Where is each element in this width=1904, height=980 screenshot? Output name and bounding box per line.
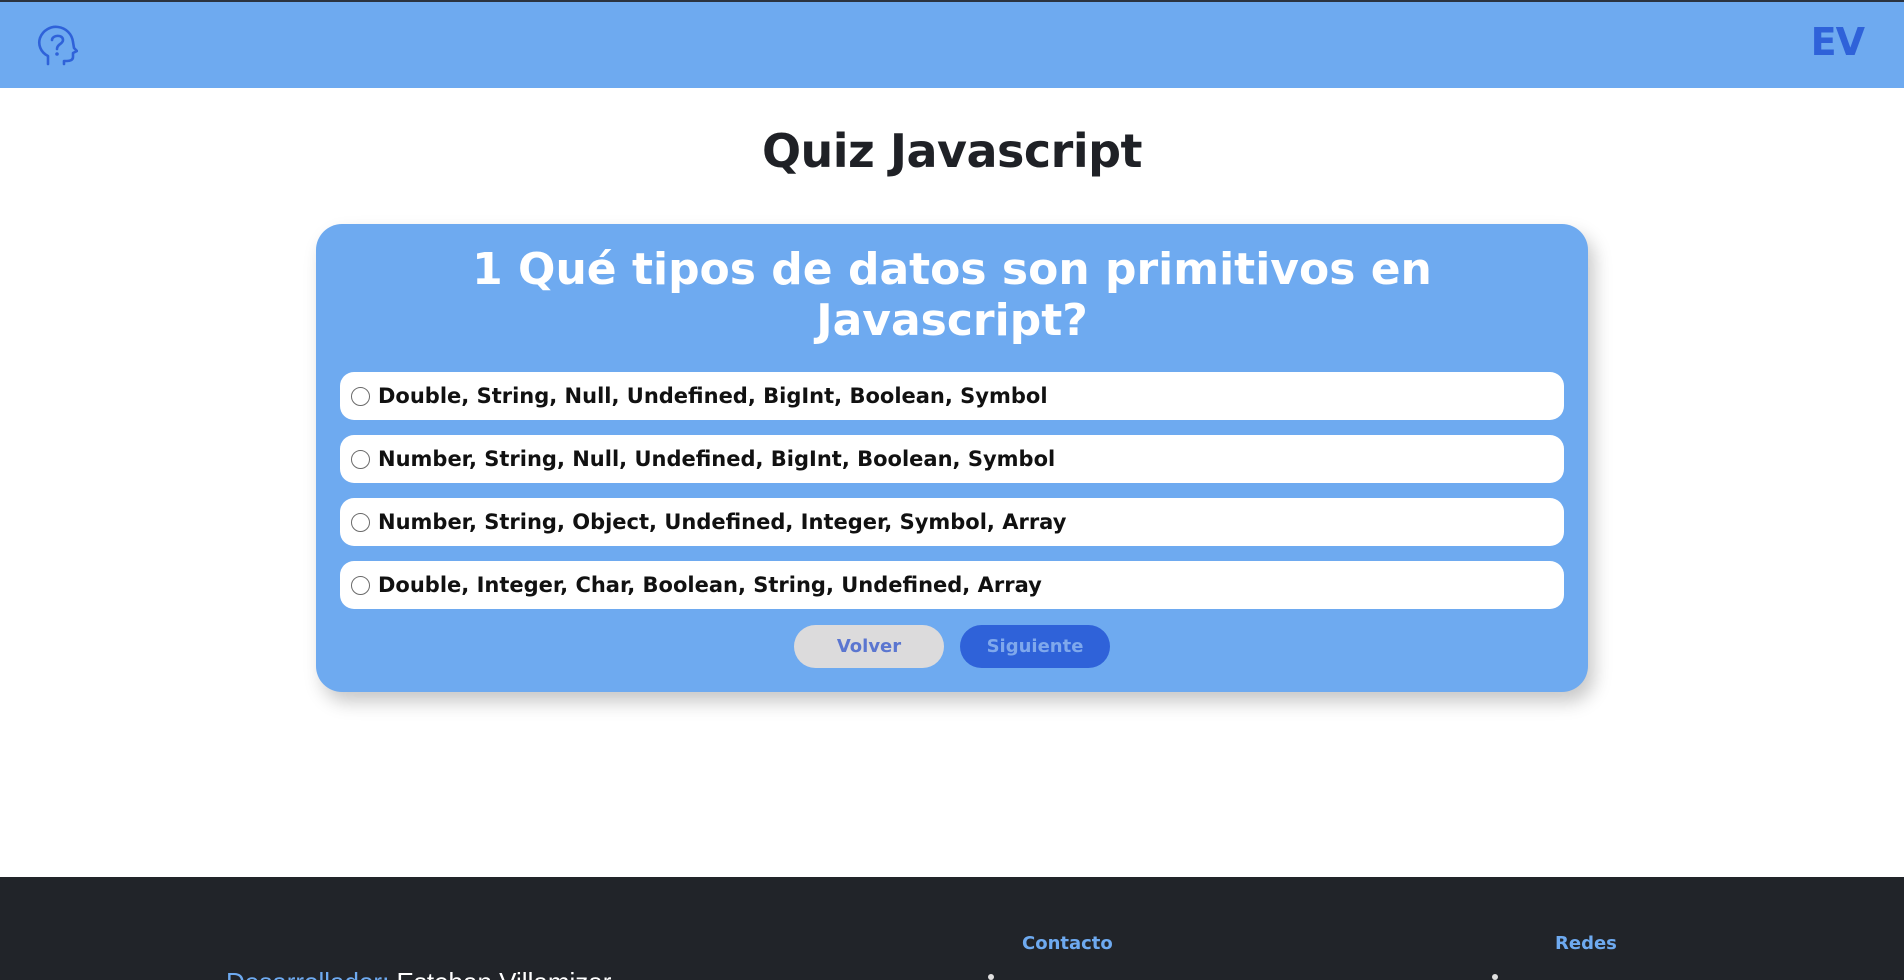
answer-option[interactable]: Number, String, Null, Undefined, BigInt,… (340, 435, 1564, 483)
answer-option-label: Number, String, Null, Undefined, BigInt,… (378, 447, 1056, 471)
answer-option-label: Double, Integer, Char, Boolean, String, … (378, 573, 1042, 597)
radio-button[interactable] (351, 575, 370, 595)
social-item-icon (1492, 974, 1498, 980)
answer-option[interactable]: Double, String, Null, Undefined, BigInt,… (340, 372, 1564, 420)
page-title: Quiz Javascript (761, 124, 1143, 178)
answer-option[interactable]: Double, Integer, Char, Boolean, String, … (340, 561, 1564, 609)
contact-item-icon (988, 974, 994, 980)
brand-logo[interactable]: EV (1811, 20, 1865, 64)
back-button[interactable]: Volver (794, 625, 944, 668)
footer: Desarrollador: Esteban Villamizar Contac… (0, 877, 1904, 980)
developer-credit: Desarrollador: Esteban Villamizar (226, 967, 611, 980)
contact-heading: Contacto (1022, 933, 1113, 954)
developer-label: Desarrollador: (226, 967, 389, 980)
navbar: EV (0, 2, 1904, 88)
question-text: 1 Qué tipos de datos son primitivos en J… (472, 244, 1432, 346)
answer-option-label: Double, String, Null, Undefined, BigInt,… (378, 384, 1048, 408)
next-button[interactable]: Siguiente (960, 625, 1110, 668)
radio-button[interactable] (351, 386, 370, 406)
developer-name: Esteban Villamizar (397, 967, 612, 980)
social-heading: Redes (1555, 933, 1617, 954)
answer-option-label: Number, String, Object, Undefined, Integ… (378, 510, 1067, 534)
head-question-icon[interactable] (34, 24, 79, 68)
radio-button[interactable] (351, 449, 370, 469)
radio-button[interactable] (351, 512, 370, 532)
quiz-card: 1 Qué tipos de datos son primitivos en J… (316, 224, 1588, 692)
answer-option[interactable]: Number, String, Object, Undefined, Integ… (340, 498, 1564, 546)
